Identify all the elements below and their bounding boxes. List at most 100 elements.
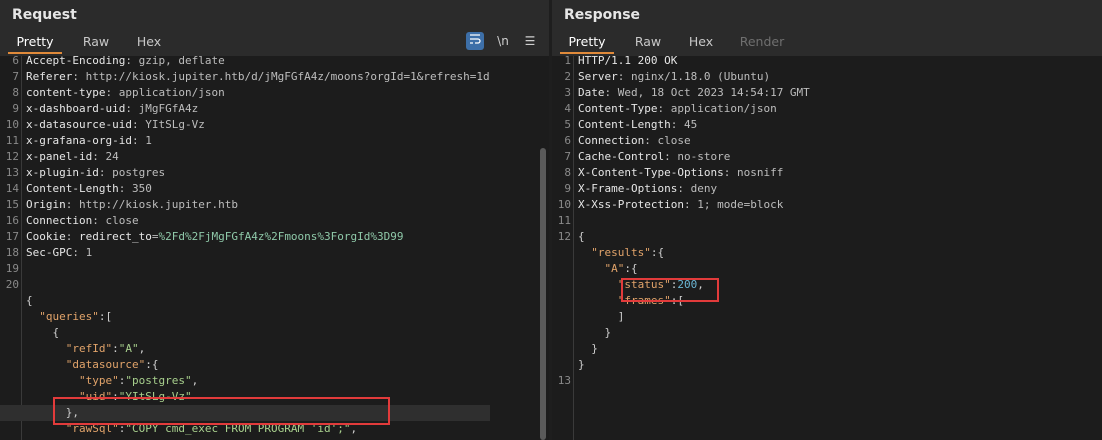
code-token: : — [118, 182, 132, 195]
response-tab-render[interactable]: Render — [734, 31, 790, 53]
code-token: 1 — [145, 134, 152, 147]
code-token: gzip, deflate — [138, 56, 225, 67]
line-number: 3 — [564, 86, 571, 99]
code-token: X-Content-Type-Options — [578, 166, 724, 179]
code-token: application/json — [118, 86, 225, 99]
response-code-line: 13 — [552, 373, 810, 389]
code-token: postgres — [112, 166, 166, 179]
response-code-line: 12 { — [552, 229, 810, 245]
code-token: :{ — [650, 246, 665, 259]
request-code-line: "queries":[ — [0, 309, 490, 325]
line-number: 9 — [12, 102, 19, 115]
request-code-line: { — [0, 325, 490, 341]
request-code-line: 6 Accept-Encoding: gzip, deflate — [0, 56, 490, 69]
line-number: 11 — [5, 134, 19, 147]
code-token: %2Fd%2FjMgFGfA4z%2Fmoons%3ForgId%3D99 — [158, 230, 404, 243]
code-token: Connection — [578, 134, 645, 147]
response-tab-pretty[interactable]: Pretty — [560, 31, 614, 54]
code-token: x-datasource-uid — [26, 118, 132, 131]
line-number: 9 — [564, 182, 571, 195]
request-code-line: 10 x-datasource-uid: YItSLg-Vz — [0, 117, 490, 133]
code-token: } — [578, 326, 612, 339]
line-number: 10 — [557, 198, 571, 211]
code-token: Content-Length — [26, 182, 119, 195]
code-token: "A" — [118, 342, 139, 355]
line-number: 6 — [564, 134, 571, 147]
line-number: 6 — [12, 56, 19, 67]
response-code-line: 10 X-Xss-Protection: 1; mode=block — [552, 197, 810, 213]
response-tab-raw[interactable]: Raw — [624, 31, 672, 53]
code-token: HTTP/1.1 200 OK — [578, 56, 678, 67]
code-token: jMgFGfA4z — [138, 102, 199, 115]
code-token: { — [26, 294, 33, 307]
response-code-line: 7 Cache-Control: no-store — [552, 149, 810, 165]
code-token: : — [644, 134, 658, 147]
request-code: 6 Accept-Encoding: gzip, deflate 7 Referer:… — [0, 56, 490, 440]
request-code-line: 7 Referer: http://kiosk.jupiter.htb/d/jMg… — [0, 69, 489, 85]
code-token: Wed, 18 Oct 2023 14:54:17 GMT — [617, 86, 810, 99]
code-token: : — [131, 118, 146, 131]
request-tab-pretty[interactable]: Pretty — [8, 31, 62, 54]
code-token: : — [604, 86, 618, 99]
line-number: 4 — [564, 102, 571, 115]
response-code-line: 2 Server: nginx/1.18.0 (Ubuntu) — [552, 69, 810, 85]
line-number: 17 — [5, 230, 19, 243]
code-token: : — [664, 150, 678, 163]
line-number: 11 — [557, 214, 571, 227]
response-code-line: "results":{ — [552, 245, 810, 261]
line-number: 19 — [5, 262, 19, 275]
line-number: 14 — [5, 182, 19, 195]
code-token: : — [677, 182, 691, 195]
code-token: 1 — [85, 246, 93, 259]
code-token: "type" — [78, 374, 119, 387]
code-token: Referer — [26, 70, 73, 83]
response-editor[interactable]: 1 HTTP/1.1 200 OK 2 Server: nginx/1.18.0 (U… — [552, 56, 1102, 440]
request-editor[interactable]: 6 Accept-Encoding: gzip, deflate 7 Referer:… — [0, 56, 549, 440]
code-token: : — [65, 230, 79, 243]
request-tab-hex[interactable]: Hex — [126, 31, 172, 53]
code-token: : — [723, 166, 737, 179]
code-token: Cache-Control — [578, 150, 665, 163]
response-tabs: Pretty Raw Hex Render — [552, 31, 1102, 54]
code-token: : — [65, 198, 79, 211]
response-code-line: 5 Content-Length: 45 — [552, 117, 810, 133]
highlight-rawsql-box — [53, 397, 390, 425]
response-code-line: } — [552, 357, 810, 373]
code-token: : — [125, 102, 139, 115]
line-number: 20 — [5, 278, 19, 291]
request-tab-raw[interactable]: Raw — [72, 31, 120, 53]
response-code-line: } — [552, 325, 810, 341]
code-token: close — [657, 134, 691, 147]
code-token: ] — [578, 310, 625, 323]
code-token: Sec-GPC — [26, 246, 73, 259]
response-code-line: 11 — [552, 213, 810, 229]
code-token: "postgres" — [125, 374, 192, 387]
code-token: YItSLg-Vz — [145, 118, 205, 131]
line-number: 13 — [5, 166, 19, 179]
request-scrollbar[interactable] — [540, 148, 546, 440]
code-token: "results" — [591, 246, 651, 259]
highlight-status-box — [621, 278, 719, 302]
code-token: close — [105, 214, 139, 227]
request-code-line: 18 Sec-GPC: 1 — [0, 245, 490, 261]
wrap-lines-icon[interactable] — [466, 32, 484, 50]
request-code-line: 16 Connection: close — [0, 213, 490, 229]
code-token: Content-Type — [578, 102, 658, 115]
response-panel: Response Pretty Raw Hex Render 1 HTTP/1.1… — [552, 0, 1102, 440]
code-token: : — [125, 56, 139, 67]
request-code-line: 14 Content-Length: 350 — [0, 181, 490, 197]
code-token: application/json — [670, 102, 777, 115]
code-token: http://kiosk.jupiter.htb — [79, 198, 238, 211]
menu-icon[interactable]: ☰ — [521, 32, 539, 50]
code-token: 45 — [683, 118, 698, 131]
show-newlines-icon[interactable]: \n — [494, 32, 512, 50]
code-token: X-Frame-Options — [578, 182, 678, 195]
response-tab-hex[interactable]: Hex — [678, 31, 724, 53]
line-number: 18 — [5, 246, 19, 259]
code-token: : — [670, 118, 684, 131]
